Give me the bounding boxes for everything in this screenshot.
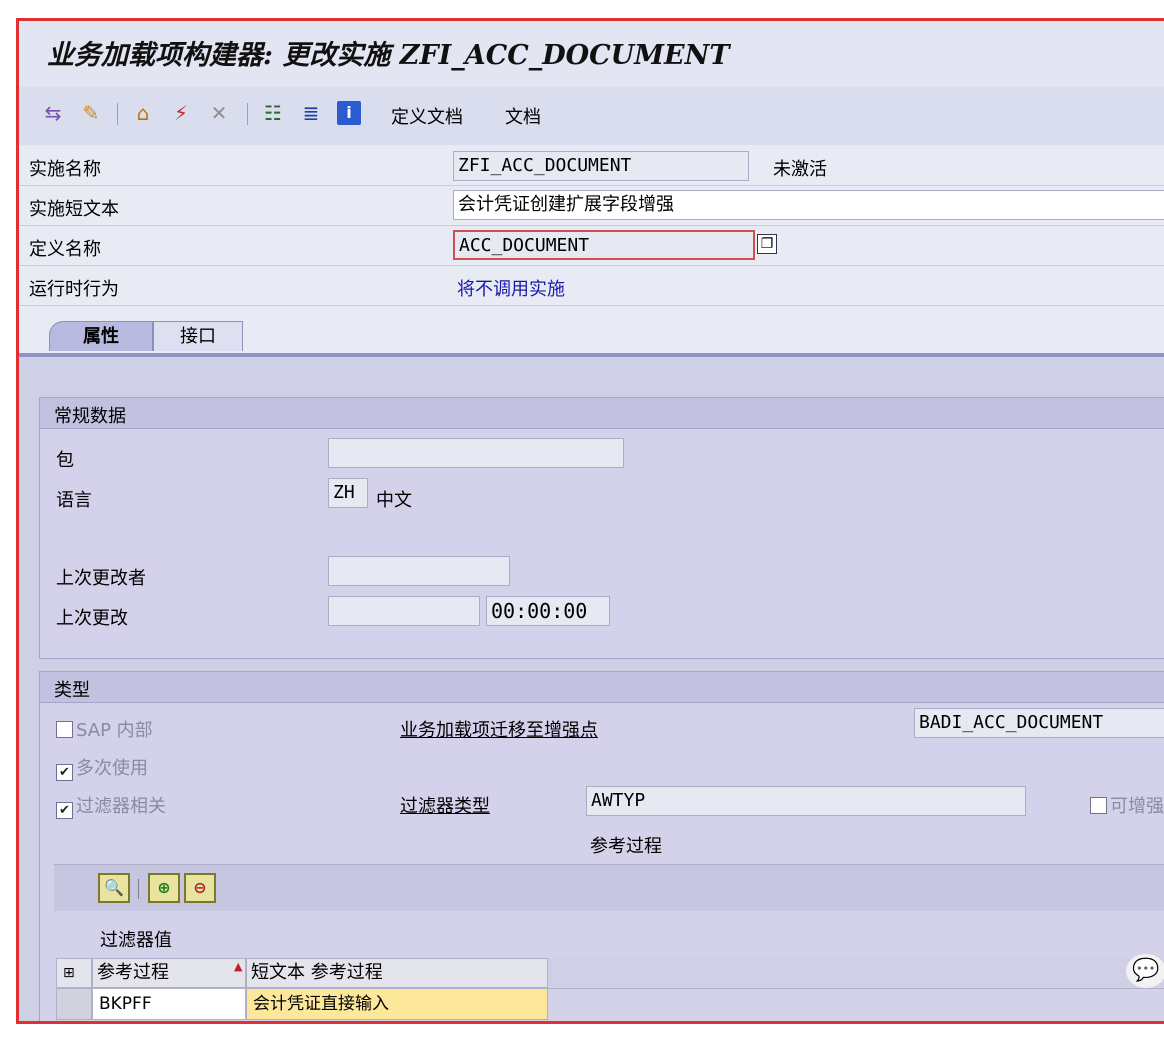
table-cell-text: 会计凭证直接输入: [246, 988, 548, 1020]
application-toolbar: ⇆ ✎ ⌂ ⚡ ✕ ☷ ≣ i 定义文档 文档: [19, 87, 1164, 146]
app-window: 业务加载项构建器: 更改实施 ZFI_ACC_DOCUMENT ⇆ ✎ ⌂ ⚡ …: [16, 18, 1164, 1024]
structure-icon[interactable]: ☷: [261, 101, 285, 125]
package-field[interactable]: [328, 438, 624, 468]
multiple-use-label: 多次使用: [76, 758, 148, 779]
last-changed-time-field: 00:00:00: [486, 596, 610, 626]
tab-strip: 属性 接口: [19, 317, 1164, 355]
filter-type-field: AWTYP: [586, 786, 1026, 816]
list-icon[interactable]: ≣: [299, 101, 323, 125]
info-icon[interactable]: i: [337, 101, 361, 125]
doc-button[interactable]: 文档: [505, 103, 541, 129]
row-selector[interactable]: [56, 988, 92, 1020]
general-data-group: 常规数据 包 语言 ZH 中文 上次更改者 上次更改 00:00:00: [39, 397, 1164, 659]
package-label: 包: [56, 450, 74, 471]
extensible-label: 可增强: [1110, 796, 1164, 817]
runtime-row: 运行时行为 将不调用实施: [19, 265, 1164, 306]
multiple-use-box: ✔: [56, 764, 73, 781]
activate-wand-icon[interactable]: ⚡: [169, 101, 193, 125]
language-name: 中文: [376, 490, 412, 511]
runtime-label: 运行时行为: [29, 279, 119, 300]
select-all-icon[interactable]: ⊞: [56, 958, 92, 988]
tab-interface[interactable]: 接口: [153, 321, 243, 351]
copy-icon[interactable]: ❐: [757, 234, 777, 254]
sap-internal-box: [56, 721, 73, 738]
def-name-field[interactable]: ACC_DOCUMENT: [453, 230, 755, 260]
impl-name-row: 实施名称 ZFI_ACC_DOCUMENT 未激活: [19, 145, 1164, 186]
sap-internal-checkbox: SAP 内部: [56, 716, 153, 742]
filter-type-desc: 参考过程: [590, 836, 662, 857]
window-title: 业务加载项构建器: 更改实施 ZFI_ACC_DOCUMENT: [47, 40, 730, 71]
define-doc-button[interactable]: 定义文档: [391, 103, 463, 129]
column-ref-process[interactable]: 参考过程: [92, 958, 246, 988]
migrated-field: BADI_ACC_DOCUMENT: [914, 708, 1164, 738]
header-area: 实施名称 ZFI_ACC_DOCUMENT 未激活 实施短文本 会计凭证创建扩展…: [19, 145, 1164, 317]
table-cell-code[interactable]: BKPFF: [92, 988, 246, 1020]
tab-content: 常规数据 包 语言 ZH 中文 上次更改者 上次更改 00:00:00 类型 S…: [19, 353, 1164, 1021]
language-label: 语言: [56, 490, 92, 511]
migrated-label: 业务加载项迁移至增强点: [400, 720, 598, 741]
type-group: 类型 SAP 内部 业务加载项迁移至增强点 BADI_ACC_DOCUMENT …: [39, 671, 1164, 1021]
language-code-field: ZH: [328, 478, 368, 508]
filter-table-toolbar: 🔍 ⊕ ⊖: [54, 864, 1164, 911]
display-change-icon[interactable]: ✎: [79, 101, 103, 125]
short-text-field[interactable]: 会计凭证创建扩展字段增强: [453, 190, 1164, 220]
chat-watermark-icon: 💬: [1126, 954, 1164, 988]
insert-row-icon[interactable]: ⊕: [148, 873, 180, 903]
impl-name-field: ZFI_ACC_DOCUMENT: [453, 151, 749, 181]
other-object-icon[interactable]: ⇆: [41, 101, 65, 125]
last-changed-by-field: [328, 556, 510, 586]
type-title: 类型: [54, 680, 90, 701]
filter-values-title: 过滤器值: [100, 930, 172, 951]
filter-dependent-box: ✔: [56, 802, 73, 819]
status-text: 未激活: [773, 159, 827, 180]
short-text-row: 实施短文本 会计凭证创建扩展字段增强: [19, 185, 1164, 226]
title-bar: 业务加载项构建器: 更改实施 ZFI_ACC_DOCUMENT: [19, 21, 1164, 87]
details-icon[interactable]: 🔍: [98, 873, 130, 903]
filter-dependent-label: 过滤器相关: [76, 796, 166, 817]
extensible-checkbox: 可增强: [1090, 792, 1164, 818]
last-changed-by-label: 上次更改者: [56, 568, 146, 589]
def-name-label: 定义名称: [29, 239, 101, 260]
filter-dependent-checkbox: ✔ 过滤器相关: [56, 792, 166, 819]
filter-type-label: 过滤器类型: [400, 796, 490, 817]
sap-internal-label: SAP 内部: [76, 720, 153, 741]
extensible-box: [1090, 797, 1107, 814]
last-changed-date-field: [328, 596, 480, 626]
short-text-label: 实施短文本: [29, 199, 119, 220]
last-changed-label: 上次更改: [56, 608, 128, 629]
column-short-text[interactable]: 短文本 参考过程: [246, 958, 548, 988]
type-header: 类型: [40, 672, 1164, 703]
multiple-use-checkbox: ✔ 多次使用: [56, 754, 148, 781]
sort-asc-icon: ▲: [234, 960, 243, 973]
tab-attributes[interactable]: 属性: [49, 321, 153, 351]
runtime-value: 将不调用实施: [457, 279, 565, 300]
table-header-filler: [548, 958, 1164, 989]
deactivate-wand-icon[interactable]: ✕: [207, 101, 231, 125]
hierarchy-icon[interactable]: ⌂: [131, 101, 155, 125]
general-data-header: 常规数据: [40, 398, 1164, 429]
def-name-row: 定义名称 ACC_DOCUMENT ❐: [19, 225, 1164, 266]
impl-name-label: 实施名称: [29, 159, 101, 180]
general-data-title: 常规数据: [54, 406, 126, 427]
delete-row-icon[interactable]: ⊖: [184, 873, 216, 903]
